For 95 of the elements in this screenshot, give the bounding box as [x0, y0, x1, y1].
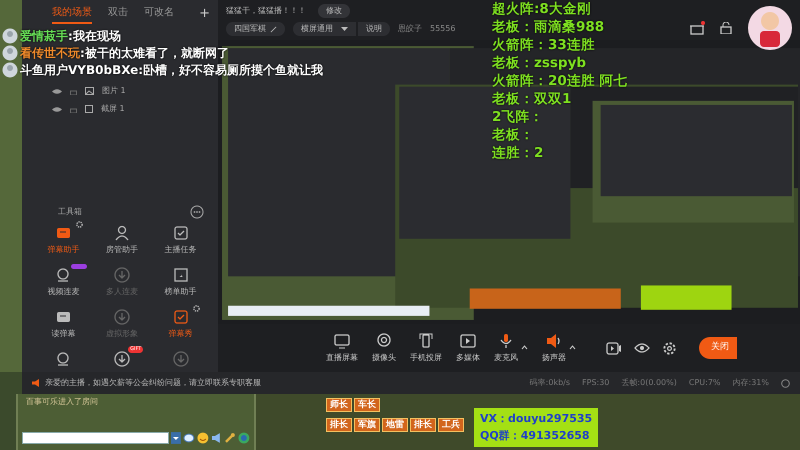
video-icon[interactable] — [606, 342, 622, 354]
rank-tile[interactable]: 军旗 — [354, 418, 380, 432]
help-button[interactable]: 说明 — [358, 22, 390, 36]
tool-icon — [112, 266, 131, 284]
overlay-text: 老板： — [492, 126, 535, 144]
eye-icon[interactable] — [52, 106, 62, 112]
close-live-button[interactable]: 关闭 — [699, 337, 737, 359]
rank-tile[interactable]: 师长 — [326, 398, 352, 412]
stat-text: 丢帧:0(0.00%) — [621, 377, 677, 389]
overlay-text: 超火阵:8大金刚 — [492, 0, 592, 18]
caret-icon[interactable] — [521, 345, 528, 350]
rank-tile[interactable]: 排长 — [326, 418, 352, 432]
settings-icon[interactable] — [193, 305, 200, 312]
media-button[interactable]: 摄像头 — [372, 332, 396, 364]
add-tab-button[interactable]: + — [199, 4, 210, 24]
stat-text: 码率:0kb/s — [530, 377, 570, 389]
image-icon — [85, 87, 94, 95]
overlay-text: 老板：雨滴桑988 — [492, 18, 606, 36]
chat-input[interactable] — [22, 432, 170, 444]
chat-message: 百事可乐进入了房间 — [25, 396, 99, 408]
source-name[interactable]: 图片 1 — [102, 85, 126, 97]
overlay-text: 火箭阵：33连胜 — [492, 36, 596, 54]
media-icon — [459, 332, 477, 350]
tool-icon — [112, 350, 131, 368]
edit-button[interactable]: 修改 — [318, 4, 350, 18]
rank-tile[interactable]: 车长 — [354, 398, 380, 412]
scene-tab[interactable]: 我的场景 — [52, 4, 92, 24]
caret-icon — [341, 26, 348, 32]
settings-icon[interactable] — [76, 221, 83, 228]
media-button[interactable]: 手机投屏 — [410, 332, 442, 364]
tool-icon — [172, 266, 190, 284]
tool-button[interactable]: 视频连麦 — [34, 266, 93, 298]
chat-bubble-icon[interactable] — [183, 432, 195, 444]
avatar-icon — [2, 28, 18, 44]
chat-message: 爱情菽手:我在现场 — [20, 28, 121, 44]
overlay-text: 老板：双双1 — [492, 90, 572, 108]
chat-message: 斗鱼用户VYB0bBXe:卧槽，好不容易厕所摸个鱼就让我 — [20, 62, 324, 78]
media-button[interactable]: 麦克风 — [494, 332, 518, 364]
avatar-icon — [2, 45, 18, 61]
wrench-icon[interactable] — [224, 432, 236, 444]
media-icon — [417, 332, 435, 350]
caret-icon[interactable] — [569, 345, 576, 350]
tool-button[interactable]: 主播任务 — [151, 224, 210, 256]
lock-icon[interactable] — [720, 22, 732, 34]
stat-text: FPS:30 — [582, 377, 610, 389]
stream-title: 猛猛干，猛猛播！！！ — [226, 5, 306, 17]
room-id: 55556 — [430, 23, 456, 35]
scene-tab[interactable]: 双击 — [108, 4, 128, 24]
notice-text: 亲爱的主播，如遇欠薪等公会纠纷问题，请立即联系专职客服 — [45, 377, 261, 389]
rank-tile[interactable]: 工兵 — [438, 418, 464, 432]
rank-tile[interactable]: 排长 — [410, 418, 436, 432]
source-name[interactable]: 截屏 1 — [101, 103, 125, 115]
section-title: 工具箱 — [58, 206, 82, 218]
chat-message: 看传世不玩:被干的太难看了，就断网了 — [20, 45, 229, 61]
scene-tab[interactable]: 可改名 — [144, 4, 174, 24]
square-icon — [85, 105, 93, 113]
pencil-icon — [270, 26, 277, 32]
overlay-text: 火箭阵：20连胜 阿七 — [492, 72, 628, 90]
stat-text: 内存:31% — [732, 377, 769, 389]
media-button[interactable]: 直播屏幕 — [326, 332, 358, 364]
rank-tile[interactable]: 地雷 — [382, 418, 408, 432]
eye-icon[interactable] — [634, 342, 650, 354]
media-icon — [333, 332, 351, 350]
speaker-icon[interactable] — [210, 432, 222, 444]
tool-icon — [172, 350, 190, 368]
media-button[interactable]: 扬声器 — [542, 332, 566, 364]
media-button[interactable]: 多媒体 — [456, 332, 480, 364]
category-button[interactable]: 四国军棋 — [226, 22, 285, 36]
tool-icon — [112, 224, 131, 242]
overlay-text: 2飞阵： — [492, 108, 544, 126]
eye-icon[interactable] — [52, 88, 62, 94]
settings-icon[interactable] — [662, 340, 677, 356]
contact-text: QQ群：491352658 — [480, 428, 591, 444]
tool-icon — [112, 308, 131, 326]
overlay-text: 老板：zsspyb — [492, 54, 588, 72]
tool-button[interactable]: 榜单助手 — [151, 266, 210, 298]
speaker-icon — [32, 379, 41, 387]
dropdown-icon[interactable] — [171, 432, 182, 444]
stat-text: CPU:7% — [688, 377, 721, 389]
overlay-text: 连胜：2 — [492, 144, 544, 162]
streamer-name: 恩皎子 — [398, 23, 422, 35]
info-icon[interactable] — [781, 378, 790, 388]
contact-text: VX：douyu297535 — [480, 411, 592, 427]
avatar-icon — [2, 62, 18, 78]
smiley-icon[interactable] — [196, 432, 209, 444]
tool-icon — [172, 308, 190, 326]
layout-dropdown[interactable]: 横屏通用 — [293, 22, 356, 36]
tool-icon — [172, 224, 190, 242]
sticker-figure-icon — [746, 4, 794, 52]
gift-icon[interactable] — [690, 21, 706, 35]
tool-button[interactable]: 读弹幕 — [34, 308, 93, 340]
more-icon[interactable] — [190, 205, 204, 219]
tool-button[interactable]: 弹幕秀 — [151, 308, 210, 340]
tool-button[interactable]: 房管助手 — [92, 224, 152, 256]
tool-button[interactable]: 弹幕助手 — [34, 224, 93, 256]
